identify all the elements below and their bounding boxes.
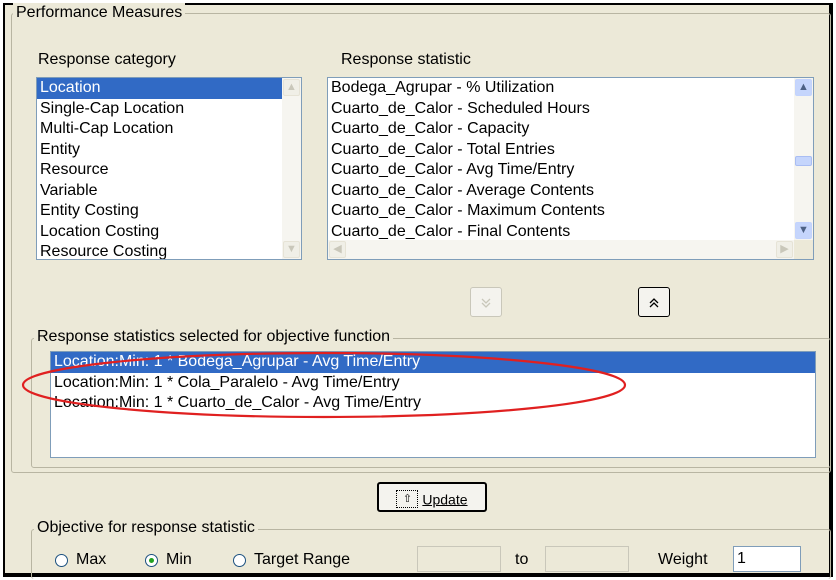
performance-measures-panel: Performance Measures Response category R… (3, 3, 833, 579)
response-statistic-item[interactable]: Cuarto_de_Calor - Average Contents (328, 181, 794, 202)
radio-max[interactable]: Max (55, 549, 106, 571)
performance-measures-title: Performance Measures (13, 3, 186, 23)
scrollbar-corner (794, 240, 813, 259)
selected-statistics-label: Response statistics selected for objecti… (34, 327, 394, 347)
objective-label: Objective for response statistic (34, 518, 258, 538)
update-button[interactable]: ⇧ Update (377, 482, 487, 512)
selected-statistics-list[interactable]: Location:Min: 1 * Bodega_Agrupar - Avg T… (50, 351, 816, 458)
scroll-up-icon[interactable]: ▲ (795, 79, 812, 96)
response-statistic-item[interactable]: Bodega_Agrupar - % Utilization (328, 78, 794, 99)
selected-statistic-item[interactable]: Location:Min: 1 * Bodega_Agrupar - Avg T… (51, 352, 815, 373)
radio-min-icon[interactable] (145, 553, 158, 567)
response-category-label: Response category (38, 51, 176, 68)
radio-max-label: Max (76, 551, 107, 568)
radio-target-range[interactable]: Target Range (233, 549, 350, 571)
response-category-item[interactable]: Location Costing (37, 222, 301, 243)
response-category-item[interactable]: Resource Costing (37, 242, 301, 259)
response-category-scrollbar[interactable]: ▲ ▼ (282, 78, 301, 259)
scroll-thumb[interactable] (795, 156, 812, 166)
scroll-down-icon[interactable]: ▼ (795, 222, 812, 239)
update-icon: ⇧ (396, 490, 419, 509)
scroll-down-icon[interactable]: ▼ (283, 241, 300, 258)
selected-statistic-item[interactable]: Location:Min: 1 * Cuarto_de_Calor - Avg … (51, 393, 815, 414)
double-chevron-down-icon (481, 298, 491, 309)
radio-min[interactable]: Min (145, 549, 192, 571)
range-to-field[interactable] (545, 546, 629, 572)
response-statistic-item[interactable]: Cuarto_de_Calor - Final Contents (328, 222, 794, 241)
response-statistic-list[interactable]: Bodega_Agrupar - % Utilization Cuarto_de_… (327, 77, 814, 260)
scroll-up-icon[interactable]: ▲ (283, 79, 300, 96)
selected-statistic-item[interactable]: Location:Min: 1 * Cola_Paralelo - Avg Ti… (51, 373, 815, 394)
range-from-field[interactable] (417, 546, 501, 572)
response-category-list[interactable]: Location Single-Cap Location Multi-Cap Loc… (36, 77, 302, 260)
response-category-item[interactable]: Entity Costing (37, 201, 301, 222)
weight-label: Weight (658, 551, 708, 568)
response-statistic-item[interactable]: Cuarto_de_Calor - Avg Time/Entry (328, 160, 794, 181)
update-button-label: Update (422, 491, 468, 508)
response-category-item[interactable]: Variable (37, 181, 301, 202)
double-chevron-up-icon (649, 298, 659, 308)
scroll-right-icon[interactable]: ▶ (776, 241, 793, 258)
response-statistic-hscrollbar[interactable]: ◀ ▶ (328, 240, 794, 259)
remove-statistic-button[interactable] (470, 287, 502, 317)
response-category-item[interactable]: Entity (37, 140, 301, 161)
response-category-item[interactable]: Multi-Cap Location (37, 119, 301, 140)
radio-target-icon[interactable] (233, 553, 246, 567)
response-statistic-item[interactable]: Cuarto_de_Calor - Total Entries (328, 140, 794, 161)
weight-field[interactable]: 1 (733, 546, 801, 572)
radio-min-label: Min (166, 551, 192, 568)
response-statistic-item[interactable]: Cuarto_de_Calor - Capacity (328, 119, 794, 140)
response-statistic-item[interactable]: Cuarto_de_Calor - Maximum Contents (328, 201, 794, 222)
scroll-left-icon[interactable]: ◀ (329, 241, 346, 258)
response-category-item[interactable]: Resource (37, 160, 301, 181)
response-statistic-vscrollbar[interactable]: ▲ ▼ (794, 78, 813, 240)
response-statistic-item[interactable]: Cuarto_de_Calor - Scheduled Hours (328, 99, 794, 120)
radio-target-label: Target Range (254, 551, 351, 568)
add-statistic-button[interactable] (638, 287, 670, 317)
response-category-item[interactable]: Location (37, 78, 301, 99)
response-category-item[interactable]: Single-Cap Location (37, 99, 301, 120)
radio-max-icon[interactable] (55, 553, 68, 567)
response-statistic-label: Response statistic (341, 51, 471, 68)
to-label: to (515, 551, 529, 568)
